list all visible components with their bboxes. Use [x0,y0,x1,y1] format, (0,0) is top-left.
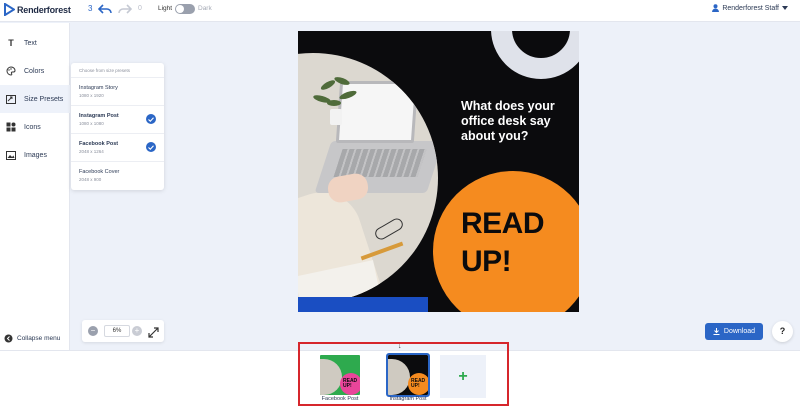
preset-size: 1080 x 1920 [79,93,104,98]
redo-icon[interactable] [118,2,133,20]
thumbnail-instagram-post[interactable]: READ UP! [386,353,430,397]
preset-instagram-story[interactable]: Instagram Story 1080 x 1920 [71,77,164,105]
desk-photo[interactable] [298,53,438,303]
thumbnail-photo [388,359,410,395]
sidebar-item-label: Size Presets [24,95,64,103]
collapse-icon [4,334,13,343]
preset-size: 1080 x 1080 [79,121,104,126]
theme-dark-label: Dark [198,5,212,12]
shapes-icon [6,122,16,132]
sidebar-item-label: Text [24,39,37,47]
user-menu[interactable]: Renderforest Staff [712,4,788,12]
presets-heading: Choose from size presets [79,68,131,73]
zoom-out-icon[interactable]: − [88,326,98,336]
download-icon [713,328,720,335]
collapse-label: Collapse menu [17,335,61,342]
zoom-value[interactable]: 6% [104,325,130,337]
size-presets-panel: Choose from size presets Instagram Story… [71,63,164,190]
check-icon [146,142,156,152]
sidebar-item-label: Colors [24,67,45,75]
sidebar-item-size-presets[interactable]: Size Presets [0,85,70,113]
user-icon [712,4,720,12]
toggle-knob [176,5,184,13]
artwork-headline[interactable]: What does your office desk say about you… [461,99,571,144]
undo-icon[interactable] [97,2,112,20]
check-icon [146,114,156,124]
sidebar-item-icons[interactable]: Icons [0,113,70,141]
redo-count: 0 [138,5,142,12]
sidebar-item-label: Images [24,151,47,159]
thumbnail-text: READ UP! [343,379,357,389]
preset-size: 2048 x 900 [79,177,102,182]
zoom-control: − 6% + [82,320,164,342]
cta-line-2: UP! [461,245,512,278]
thumbnail-label: Instagram Post [389,396,427,402]
thumbnail-facebook-post[interactable]: READ UP! [320,355,360,395]
plant-icon [313,77,357,125]
preset-facebook-post[interactable]: Facebook Post 2048 x 1264 [71,133,164,161]
thumbnail-text-line-2: UP! [411,383,420,389]
resize-icon [6,94,16,104]
add-size-button[interactable]: + [440,355,486,398]
photo-glasses [373,216,405,242]
theme-light-label: Light [158,5,173,12]
sidebar-item-text[interactable]: T Text [0,29,70,57]
sidebar-item-images[interactable]: Images [0,141,70,169]
logo[interactable]: Renderforest [3,3,71,16]
preset-name: Facebook Cover [79,169,120,175]
download-button[interactable]: Download [705,323,763,340]
preset-name: Facebook Post [79,141,119,147]
sidebar-item-colors[interactable]: Colors [0,57,70,85]
preset-name: Instagram Story [79,85,118,91]
download-label: Download [723,328,756,335]
undo-count: 3 [88,4,93,13]
preset-size: 2048 x 1264 [79,149,104,154]
design-canvas[interactable]: What does your office desk say about you… [298,31,579,312]
decorative-ring [491,31,579,79]
cta-line-1: READ [461,207,545,240]
zoom-in-icon[interactable]: + [132,326,142,336]
preset-facebook-cover[interactable]: Facebook Cover 2048 x 900 [71,161,164,189]
preset-name: Instagram Post [79,113,119,119]
image-icon [6,150,16,160]
app-name: Renderforest [17,4,71,15]
expand-icon[interactable] [148,325,159,343]
thumbnail-label: Facebook Post [321,396,359,402]
thumbnail-photo [320,359,342,395]
renderforest-logo-icon [4,3,15,16]
arrow-down-icon: ↓ [398,343,402,350]
sidebar-item-label: Icons [24,123,41,131]
chevron-down-icon [782,6,788,10]
sidebar: T Text Colors Size Presets Icons Images … [0,23,70,350]
theme-toggle[interactable] [175,4,195,14]
help-button[interactable]: ? [772,321,793,342]
collapse-menu-button[interactable]: Collapse menu [4,334,60,343]
user-name: Renderforest Staff [722,4,779,12]
artwork-cta[interactable]: READ UP! [461,205,545,281]
thumbnail-text: READ UP! [411,379,425,389]
text-icon: T [8,38,14,48]
blue-strip [298,297,428,312]
preset-instagram-post[interactable]: Instagram Post 1080 x 1080 [71,105,164,133]
thumbnail-text-line-2: UP! [343,383,352,389]
photo-laptop-keys [333,149,427,177]
palette-icon [6,66,16,76]
top-bar: Renderforest 3 0 Light Dark Renderforest… [0,0,800,22]
